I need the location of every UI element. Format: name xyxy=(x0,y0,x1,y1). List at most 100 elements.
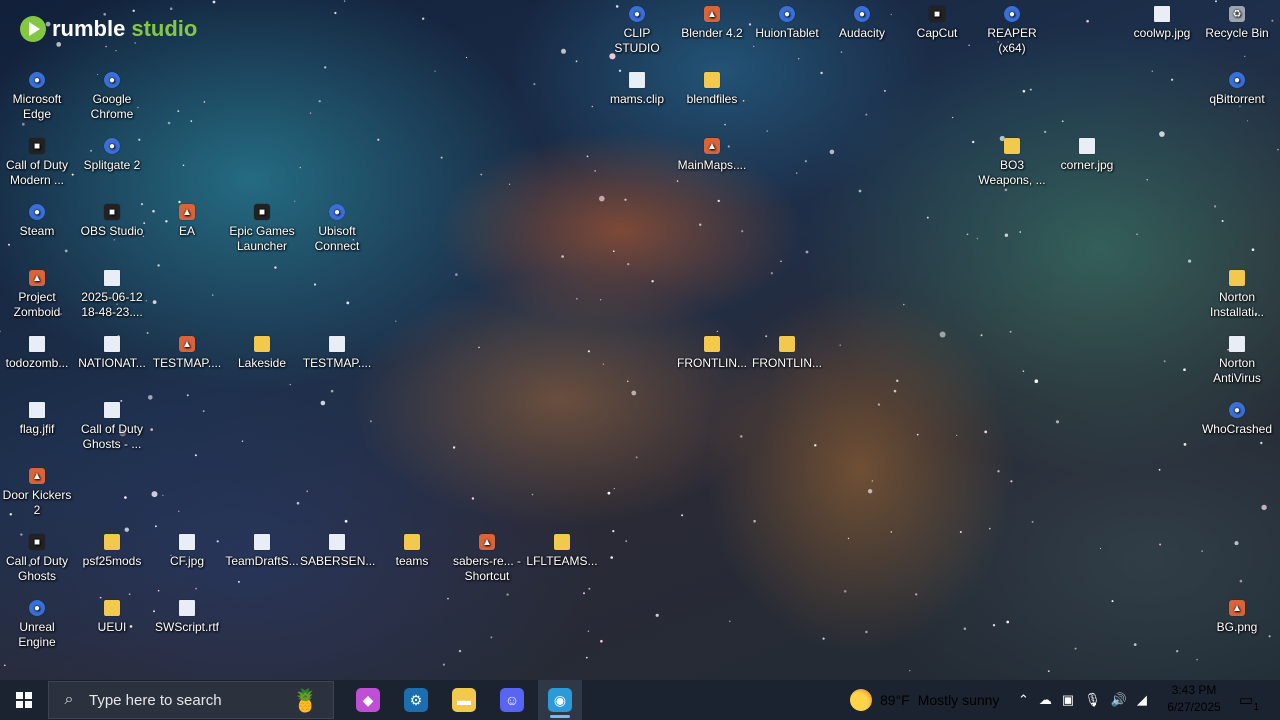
desktop-icon[interactable]: 2025-06-12 18-48-23.... xyxy=(75,270,149,320)
desktop-icon[interactable]: ▲ TESTMAP.... xyxy=(150,336,224,371)
desktop-icon[interactable]: ■ Epic Games Launcher xyxy=(225,204,299,254)
image-file-icon: ▲ xyxy=(179,336,195,352)
desktop-icon[interactable]: ● qBittorrent xyxy=(1200,72,1274,107)
desktop-icon[interactable]: SABERSEN... xyxy=(300,534,375,569)
desktop-icon[interactable]: Norton AntiVirus xyxy=(1200,336,1274,386)
desktop-icon[interactable]: ● Unreal Engine xyxy=(0,600,74,650)
file-icon xyxy=(329,534,345,550)
folder-icon xyxy=(104,534,120,550)
desktop-icon-label: psf25mods xyxy=(82,554,142,568)
desktop-icon[interactable]: ▲ Door Kickers 2 xyxy=(0,468,74,518)
image-file-icon xyxy=(1079,138,1095,154)
desktop-icon[interactable]: blendfiles xyxy=(675,72,749,107)
audacity-icon: ● xyxy=(854,6,870,22)
desktop-icon[interactable]: psf25mods xyxy=(75,534,149,569)
desktop-icon[interactable]: ● Steam xyxy=(0,204,74,239)
desktop-icon[interactable]: ▲ sabers-re... - Shortcut xyxy=(450,534,524,584)
obs-icon: ■ xyxy=(104,204,120,220)
desktop-icon[interactable]: Norton Installati... xyxy=(1200,270,1274,320)
image-file-icon xyxy=(1154,6,1170,22)
desktop-icon[interactable]: corner.jpg xyxy=(1050,138,1124,173)
desktop-icon[interactable]: ▲ BG.png xyxy=(1200,600,1274,635)
taskbar-clock[interactable]: 3:43 PM 6/27/2025 xyxy=(1164,682,1224,716)
desktop-icon-label: TESTMAP.... xyxy=(152,356,222,370)
desktop-icon-label: sabers-re... - Shortcut xyxy=(452,554,521,583)
taskbar-search-box[interactable]: ⌕ Type here to search 🍍 xyxy=(48,681,334,719)
desktop-icon[interactable]: TESTMAP.... xyxy=(300,336,374,371)
volume-icon[interactable]: 🔊 xyxy=(1111,692,1127,708)
desktop-icon[interactable]: ▲ MainMaps.... xyxy=(675,138,749,173)
desktop-icon-label: Recycle Bin xyxy=(1205,26,1269,40)
edge-taskbar-icon[interactable]: ◉ xyxy=(538,680,582,720)
desktop-icon[interactable]: ▲ EA xyxy=(150,204,224,239)
app-glyph-icon: ☺ xyxy=(500,688,524,712)
game-icon: ■ xyxy=(29,138,45,154)
app-glyph-icon: ◉ xyxy=(548,688,572,712)
meet-now-icon[interactable]: ▣ xyxy=(1062,692,1074,708)
desktop-icon[interactable]: teams xyxy=(375,534,449,569)
file-explorer-taskbar-icon[interactable]: ▬ xyxy=(442,680,486,720)
desktop-icon-label: REAPER (x64) xyxy=(987,26,1037,55)
desktop-icon-label: Lakeside xyxy=(237,356,287,370)
desktop-icon[interactable]: Call of Duty Ghosts - ... xyxy=(75,402,149,452)
onedrive-icon[interactable]: ☁ xyxy=(1039,692,1052,708)
search-highlight-icon: 🍍 xyxy=(291,688,319,713)
desktop-icon[interactable]: FRONTLIN... xyxy=(750,336,824,371)
desktop-icon[interactable]: ● Splitgate 2 xyxy=(75,138,149,173)
desktop-icon[interactable]: ♻ Recycle Bin xyxy=(1200,6,1274,41)
desktop-icon[interactable]: CF.jpg xyxy=(150,534,224,569)
system-tray: ⌃ ☁ ▣ 🎙 🔊 ◢ xyxy=(1018,680,1147,720)
desktop-icon[interactable]: ■ CapCut xyxy=(900,6,974,41)
blender-icon: ▲ xyxy=(704,6,720,22)
desktop-icon[interactable]: Lakeside xyxy=(225,336,299,371)
clock-time: 3:43 PM xyxy=(1171,683,1217,697)
discord-taskbar-icon[interactable]: ☺ xyxy=(490,680,534,720)
desktop-icon[interactable]: ■ Call of Duty Modern ... xyxy=(0,138,74,188)
start-button[interactable] xyxy=(0,680,48,720)
desktop-icon[interactable]: ● WhoCrashed xyxy=(1200,402,1274,437)
desktop-icon-label: WhoCrashed xyxy=(1201,422,1273,436)
folder-icon xyxy=(1004,138,1020,154)
folder-icon xyxy=(404,534,420,550)
desktop-icon[interactable]: ▲ Project Zomboid xyxy=(0,270,74,320)
game-icon: ■ xyxy=(29,534,45,550)
windows-icon xyxy=(16,692,32,708)
microphone-icon[interactable]: 🎙 xyxy=(1084,692,1101,708)
desktop-icon-label: coolwp.jpg xyxy=(1133,26,1191,40)
desktop-icon[interactable]: SWScript.rtf xyxy=(150,600,224,635)
play-icon xyxy=(20,16,46,42)
desktop-icon[interactable]: ● CLIP STUDIO xyxy=(600,6,674,56)
copilot-taskbar-icon[interactable]: ◆ xyxy=(346,680,390,720)
desktop-icon[interactable]: flag.jfif xyxy=(0,402,74,437)
unreal-icon: ● xyxy=(29,600,45,616)
show-hidden-icons-icon[interactable]: ⌃ xyxy=(1018,692,1029,708)
desktop-icon[interactable]: ● Ubisoft Connect xyxy=(300,204,374,254)
desktop-icon[interactable]: coolwp.jpg xyxy=(1125,6,1199,41)
desktop-icon[interactable]: ● Microsoft Edge xyxy=(0,72,74,122)
desktop-icon-label: 2025-06-12 18-48-23.... xyxy=(81,290,143,319)
desktop-icon[interactable]: todozomb... xyxy=(0,336,74,371)
weather-temp: 89°F xyxy=(880,692,910,708)
notification-center-button[interactable]: ▭ 1 xyxy=(1234,688,1260,713)
desktop-icon-label: NATIONAT... xyxy=(78,356,146,370)
desktop-icon[interactable]: ● HuionTablet xyxy=(750,6,824,41)
desktop-icon[interactable]: LFLTEAMS... xyxy=(525,534,599,569)
desktop-icon[interactable]: ■ OBS Studio xyxy=(75,204,149,239)
desktop-icon[interactable]: ● Google Chrome xyxy=(75,72,149,122)
desktop-icon-label: Blender 4.2 xyxy=(681,26,743,40)
desktop-icon-label: TeamDraftS... xyxy=(225,554,299,568)
steam-taskbar-icon[interactable]: ⚙ xyxy=(394,680,438,720)
desktop-icon[interactable]: ▲ Blender 4.2 xyxy=(675,6,749,41)
desktop-icon[interactable]: ■ Call of Duty Ghosts xyxy=(0,534,74,584)
desktop-icon[interactable]: ● Audacity xyxy=(825,6,899,41)
desktop-icon[interactable]: UEUI xyxy=(75,600,149,635)
desktop-icon-label: Call of Duty Ghosts - ... xyxy=(80,422,144,451)
network-icon[interactable]: ◢ xyxy=(1137,692,1147,708)
desktop-icon[interactable]: TeamDraftS... xyxy=(225,534,299,569)
desktop-icon[interactable]: NATIONAT... xyxy=(75,336,149,371)
desktop-icon[interactable]: ● REAPER (x64) xyxy=(975,6,1049,56)
weather-widget[interactable]: 89°F Mostly sunny xyxy=(850,680,999,720)
desktop-icon[interactable]: FRONTLIN... xyxy=(675,336,749,371)
desktop-icon[interactable]: BO3 Weapons, ... xyxy=(975,138,1049,188)
desktop-icon[interactable]: mams.clip xyxy=(600,72,674,107)
